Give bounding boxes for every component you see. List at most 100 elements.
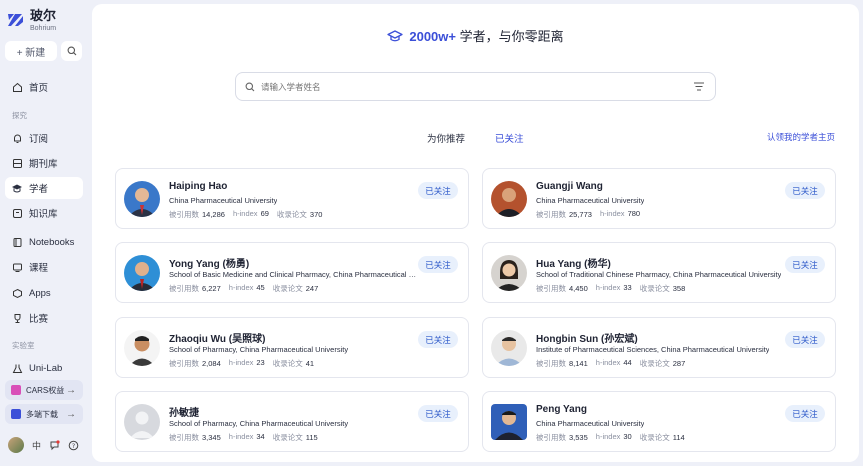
follow-button[interactable]: 已关注	[418, 182, 458, 199]
scholar-card[interactable]: Guangji Wang China Pharmaceutical Univer…	[482, 168, 836, 229]
scholar-stats: 被引用数 2,084 h-index 23 收录论文 41	[169, 358, 314, 369]
scholar-name[interactable]: Hongbin Sun (孙宏斌)	[536, 330, 638, 345]
brand-name-en: Bohrium	[30, 25, 57, 32]
sidebar-item-home[interactable]: 首页	[5, 76, 83, 98]
notebook-icon	[11, 236, 23, 248]
scholar-card[interactable]: Hua Yang (杨华) School of Traditional Chin…	[482, 242, 836, 303]
scholar-search-input[interactable]	[261, 81, 681, 92]
stat-label-hindex: h-index	[595, 358, 621, 367]
graduation-cap-icon	[387, 29, 404, 41]
scholar-name[interactable]: Peng Yang	[536, 404, 587, 415]
tab-recommended[interactable]: 为你推荐	[427, 131, 465, 145]
stat-label-citations: 被引用数	[169, 284, 199, 293]
follow-button[interactable]: 已关注	[785, 405, 825, 422]
follow-button[interactable]: 已关注	[785, 182, 825, 199]
scholar-card[interactable]: Haiping Hao China Pharmaceutical Univers…	[115, 168, 469, 229]
sidebar-item-knowledge[interactable]: 知识库	[5, 202, 83, 224]
sidebar-search-button[interactable]	[61, 41, 82, 61]
language-switch[interactable]: 中	[32, 439, 41, 452]
follow-button[interactable]: 已关注	[418, 256, 458, 273]
promo-cars-benefits[interactable]: CARS权益 →	[5, 380, 83, 400]
scholar-name[interactable]: Hua Yang (杨华)	[536, 255, 611, 270]
stat-label-hindex: h-index	[595, 432, 621, 441]
stat-label-papers: 收录论文	[272, 359, 303, 368]
scholar-stats: 被引用数 4,450 h-index 33 收录论文 358	[536, 283, 685, 294]
scholar-name[interactable]: Haiping Hao	[169, 181, 227, 192]
scholar-card[interactable]: Peng Yang China Pharmaceutical Universit…	[482, 391, 836, 452]
sidebar-item-scholars[interactable]: 学者	[5, 177, 83, 199]
brand-name: 玻尔	[30, 8, 57, 23]
bell-icon	[11, 132, 23, 144]
section-label-explore: 探究	[12, 111, 27, 120]
scholar-name[interactable]: Guangji Wang	[536, 181, 603, 192]
scholar-tabs: 为你推荐 已关注	[427, 131, 524, 145]
follow-button[interactable]: 已关注	[785, 256, 825, 273]
claim-scholar-page-link[interactable]: 认领我的学者主页	[767, 131, 835, 143]
scholar-card[interactable]: 孙敏捷 School of Pharmacy, China Pharmaceut…	[115, 391, 469, 452]
scholar-name[interactable]: Zhaoqiu Wu (吴照球)	[169, 330, 265, 345]
headline-text: 学者，与你零距离	[459, 29, 564, 44]
sidebar-item-courses[interactable]: 课程	[5, 256, 83, 278]
scholar-card[interactable]: Zhaoqiu Wu (吴照球) School of Pharmacy, Chi…	[115, 317, 469, 378]
devices-icon	[11, 409, 21, 419]
stat-hindex: 44	[623, 358, 632, 367]
help-icon[interactable]: ?	[68, 440, 79, 451]
stat-citations: 2,084	[202, 359, 221, 368]
scholar-name[interactable]: 孙敏捷	[169, 404, 199, 419]
promo-label: 多端下载	[26, 409, 58, 419]
journal-icon	[11, 157, 23, 169]
stat-citations: 3,535	[569, 433, 588, 442]
stat-citations: 4,450	[569, 284, 588, 293]
lab-icon	[11, 362, 23, 374]
stat-label-citations: 被引用数	[536, 284, 566, 293]
stat-papers: 358	[672, 284, 686, 293]
tab-following[interactable]: 已关注	[495, 131, 524, 145]
sidebar-item-label: 课程	[29, 263, 49, 274]
main-panel: 2000w+ 学者，与你零距离 为你推荐 已关注 认领我的学者主页 Haipin…	[92, 4, 859, 462]
scholar-name[interactable]: Yong Yang (杨勇)	[169, 255, 249, 270]
follow-button[interactable]: 已关注	[785, 331, 825, 348]
notification-icon[interactable]	[49, 439, 60, 451]
section-label-lab: 实验室	[12, 341, 35, 350]
stat-hindex: 33	[623, 283, 632, 292]
sidebar-item-notebooks[interactable]: Notebooks	[5, 231, 83, 253]
search-icon	[67, 46, 76, 56]
sidebar-item-subscribe[interactable]: 订阅	[5, 127, 83, 149]
stat-citations: 14,286	[202, 210, 225, 219]
stat-label-hindex: h-index	[228, 432, 254, 441]
brand-logo[interactable]: 玻尔 Bohrium	[6, 8, 56, 32]
sidebar-item-contests[interactable]: 比赛	[5, 307, 83, 329]
user-avatar[interactable]	[8, 437, 24, 453]
stat-hindex: 69	[260, 209, 269, 218]
stat-citations: 6,227	[202, 284, 221, 293]
arrow-right-icon: →	[66, 408, 76, 420]
new-button[interactable]: + 新建	[5, 41, 57, 61]
scholar-avatar	[491, 330, 527, 366]
home-icon	[11, 81, 23, 93]
follow-button[interactable]: 已关注	[418, 331, 458, 348]
sidebar-item-label: Notebooks	[29, 236, 75, 248]
promo-label: CARS权益	[26, 385, 65, 395]
scholar-search-box[interactable]	[235, 72, 716, 101]
scholar-institution: School of Basic Medicine and Clinical Ph…	[169, 270, 417, 279]
svg-text:?: ?	[72, 442, 75, 450]
sidebar-item-label: 知识库	[29, 209, 58, 220]
scholar-card[interactable]: Yong Yang (杨勇) School of Basic Medicine …	[115, 242, 469, 303]
stat-label-papers: 收录论文	[276, 210, 307, 219]
gift-icon	[11, 385, 21, 395]
sidebar: 玻尔 Bohrium + 新建 首页 探究 订阅 期刊库 学者 知识库 Note…	[0, 0, 92, 466]
stat-citations: 8,141	[569, 359, 588, 368]
follow-button[interactable]: 已关注	[418, 405, 458, 422]
scholar-avatar	[491, 255, 527, 291]
sidebar-bottom-bar: 中 ?	[8, 437, 79, 453]
scholar-institution: School of Pharmacy, China Pharmaceutical…	[169, 419, 349, 428]
scholar-card[interactable]: Hongbin Sun (孙宏斌) Institute of Pharmaceu…	[482, 317, 836, 378]
promo-multi-download[interactable]: 多端下载 →	[5, 404, 83, 424]
sidebar-item-apps[interactable]: Apps	[5, 282, 83, 304]
sidebar-item-journals[interactable]: 期刊库	[5, 152, 83, 174]
sidebar-item-unilab[interactable]: Uni-Lab	[5, 357, 83, 379]
filter-icon[interactable]	[693, 81, 705, 92]
stat-label-citations: 被引用数	[169, 210, 199, 219]
trophy-icon	[11, 312, 23, 324]
stat-papers: 287	[672, 359, 686, 368]
